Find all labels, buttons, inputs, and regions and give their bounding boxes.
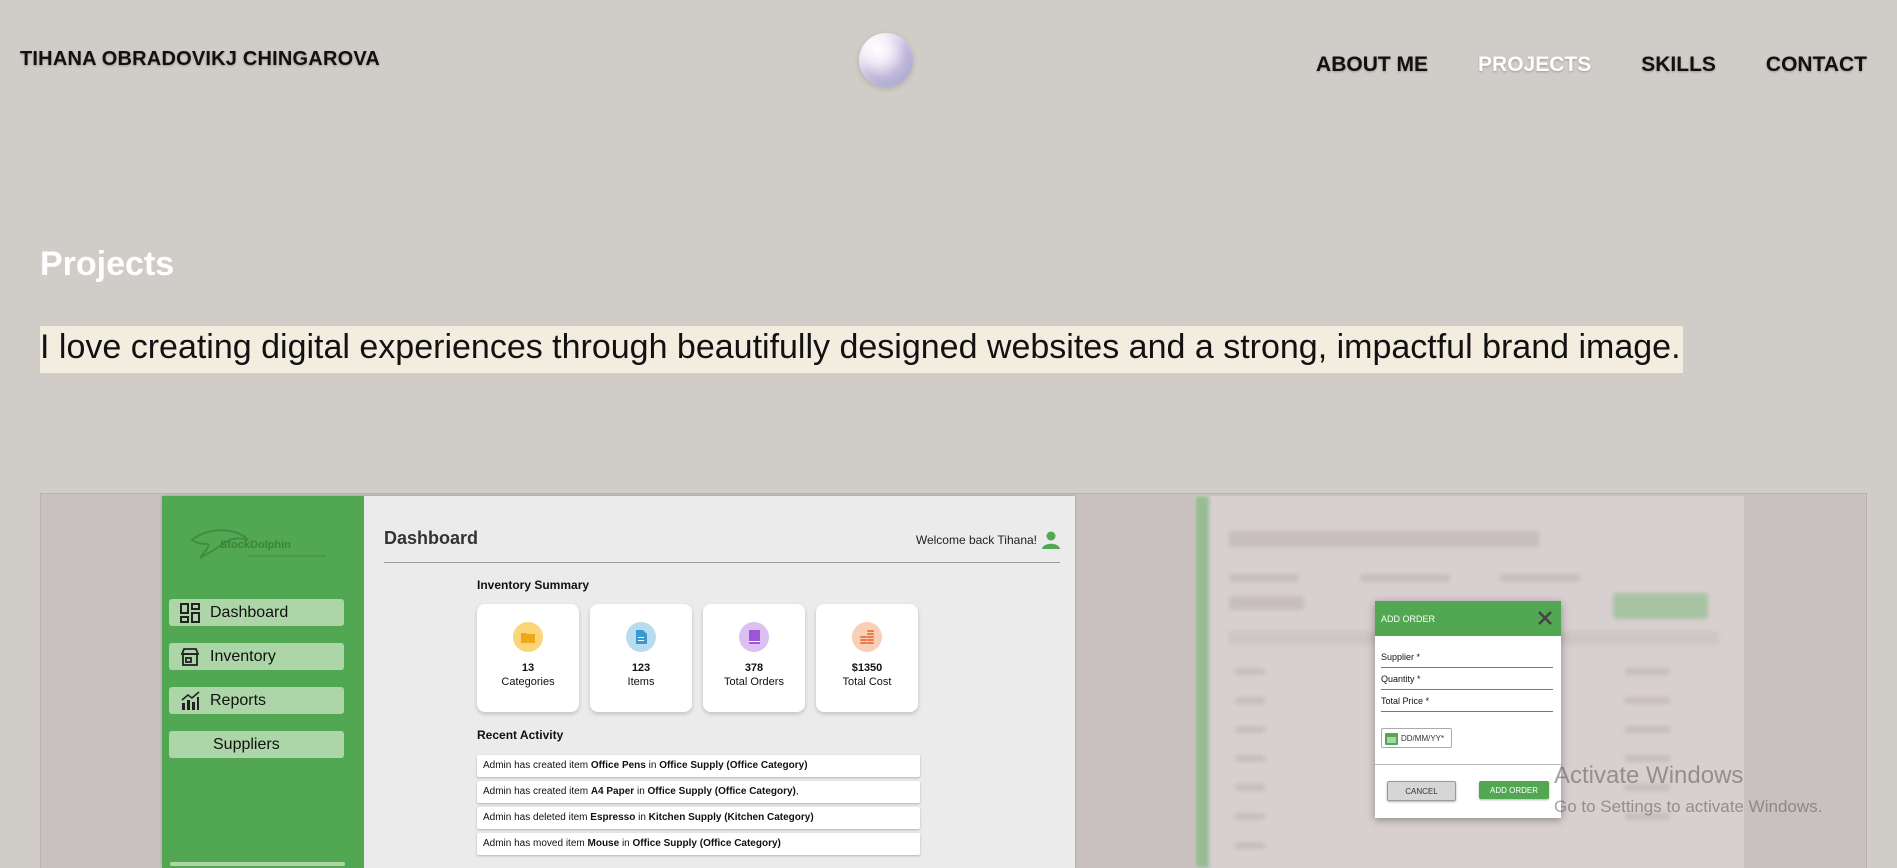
activation-watermark-subtitle: Go to Settings to activate Windows. [1554,797,1823,816]
blurred-cell [1625,726,1670,733]
blurred-cell [1235,784,1265,791]
sidebar-label: Dashboard [210,603,289,621]
close-icon[interactable] [1536,609,1554,627]
blurred-text [1360,574,1450,582]
modal-header: ADD ORDER [1375,601,1561,636]
document-icon [626,622,656,652]
activity-row: Admin has deleted item Espresso in Kitch… [477,807,920,829]
summary-card-orders[interactable]: 378 Total Orders [703,604,805,712]
date-input[interactable]: DD/MM/YY* [1381,728,1452,748]
sidebar-label: Inventory [210,647,276,665]
nav-about-me[interactable]: ABOUT ME [1316,53,1428,77]
card-value: 123 [631,662,651,674]
sidebar-label: Suppliers [213,735,280,753]
blurred-heading [1229,531,1539,547]
section-tagline: I love creating digital experiences thro… [40,326,1683,373]
sidebar-item-inventory[interactable]: Inventory [169,643,344,670]
calendar-icon [1385,732,1398,745]
sidebar-item-suppliers[interactable]: Suppliers [169,731,344,758]
store-icon [180,647,200,666]
summary-card-items[interactable]: 123 Items [590,604,692,712]
logo-text: StockDolphin [220,539,291,551]
blurred-text [1500,574,1580,582]
nav-contact[interactable]: CONTACT [1766,53,1867,77]
add-order-button[interactable]: ADD ORDER [1479,781,1549,799]
inventory-summary-title: Inventory Summary [477,578,590,592]
card-value: 13 [521,662,535,674]
app-sidebar: StockDolphin Dashboard Inventory Reports… [162,496,364,868]
activity-row: Admin has moved item Mouse in Office Sup… [477,833,920,855]
activity-row: Admin has created item Office Pens in Of… [477,755,920,777]
quantity-field[interactable]: Quantity * [1381,669,1553,690]
blurred-button [1613,593,1708,619]
welcome-message: Welcome back Tihana! [916,530,1061,550]
user-icon[interactable] [1041,530,1061,550]
blurred-cell [1625,697,1670,704]
site-brand[interactable]: TIHANA OBRADOVIKJ CHINGAROVA [20,48,380,71]
blurred-cell [1235,755,1265,762]
summary-card-cost[interactable]: $1350 Total Cost [816,604,918,712]
blurred-sidebar [1195,496,1209,868]
nav-skills[interactable]: SKILLS [1641,53,1716,77]
activation-watermark-title: Activate Windows [1554,762,1744,789]
card-label: Categories [501,676,555,688]
project-screenshot-dashboard[interactable]: StockDolphin Dashboard Inventory Reports… [162,496,1075,868]
blurred-cell [1235,668,1265,675]
blurred-cell [1235,726,1265,733]
header-divider [384,562,1060,563]
modal-divider [1375,764,1561,765]
section-title: Projects [40,245,175,283]
folder-icon [513,622,543,652]
blurred-text [1229,596,1304,610]
total-price-field[interactable]: Total Price * [1381,691,1553,712]
date-placeholder: DD/MM/YY* [1401,733,1445,743]
bar-chart-icon [181,690,200,710]
card-label: Items [627,676,655,688]
summary-cards: 13 Categories 123 Items 378 Total Orders… [477,604,918,712]
blurred-cell [1235,813,1265,820]
welcome-text: Welcome back Tihana! [915,533,1037,547]
sidebar-item-reports[interactable]: Reports [169,687,344,714]
add-order-modal: ADD ORDER Supplier * Quantity * Total Pr… [1375,601,1561,818]
dashboard-grid-icon [180,602,200,623]
nav-projects[interactable]: PROJECTS [1478,53,1591,77]
sidebar-item-dashboard[interactable]: Dashboard [169,599,344,626]
bubble-logo-icon [859,33,913,87]
cancel-button[interactable]: CANCEL [1387,781,1456,801]
card-label: Total Cost [842,676,892,688]
card-value: $1350 [851,662,883,674]
supplier-field[interactable]: Supplier * [1381,647,1553,668]
card-value: 378 [744,662,764,674]
blurred-text [1229,574,1299,582]
nav-links: ABOUT ME PROJECTS SKILLS CONTACT [1316,53,1867,77]
top-navigation: TIHANA OBRADOVIKJ CHINGAROVA ABOUT ME PR… [0,0,1897,130]
modal-title: ADD ORDER [1381,613,1436,624]
blurred-cell [1625,755,1670,762]
blurred-cell [1625,668,1670,675]
sidebar-label: Reports [210,691,267,709]
card-label: Total Orders [724,676,784,688]
dashboard-title: Dashboard [384,528,479,548]
blurred-cell [1235,842,1265,849]
summary-card-categories[interactable]: 13 Categories [477,604,579,712]
book-icon [739,622,769,652]
activity-row: Admin has created item A4 Paper in Offic… [477,781,920,803]
recent-activity-title: Recent Activity [477,728,564,742]
sidebar-item-partial[interactable] [170,862,345,866]
dashboard-main: Dashboard Welcome back Tihana! Inventory… [364,496,1075,868]
coins-icon [852,622,882,652]
blurred-cell [1235,697,1265,704]
